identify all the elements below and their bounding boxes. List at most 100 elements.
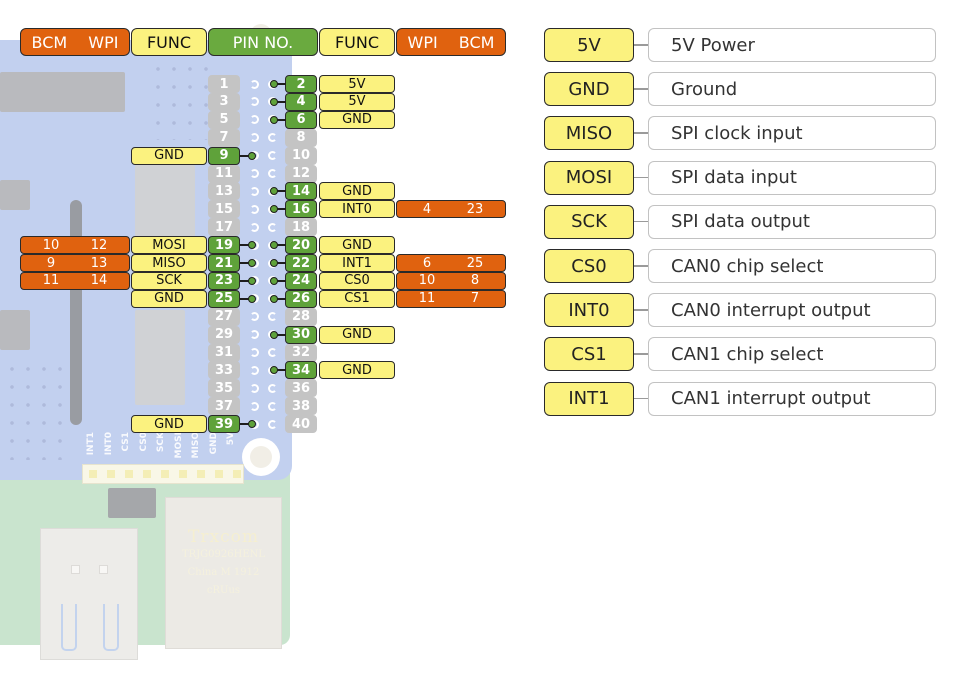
legend-description: SPI data output bbox=[648, 204, 936, 239]
func-gnd: GND bbox=[319, 182, 395, 201]
pin-6: 6 bbox=[285, 110, 317, 129]
legend-description: CAN0 chip select bbox=[648, 249, 936, 283]
func-int0: INT0 bbox=[319, 200, 395, 219]
pin-37: 37 bbox=[208, 397, 240, 416]
pin-dot-icon bbox=[270, 80, 278, 88]
header-right-gpio: WPI BCM bbox=[396, 28, 506, 56]
header-bcm-label: BCM bbox=[31, 32, 68, 52]
func-gnd: GND bbox=[319, 110, 395, 129]
gpio-left: 10 12 bbox=[20, 236, 130, 255]
pad-icon bbox=[250, 222, 259, 232]
pad-icon bbox=[250, 365, 259, 375]
func-gnd: GND bbox=[319, 361, 395, 380]
legend-row: CS1 CAN1 chip select bbox=[544, 337, 936, 372]
legend-key: MISO bbox=[544, 116, 634, 151]
legend-row: MISO SPI clock input bbox=[544, 116, 936, 151]
pin-4: 4 bbox=[285, 92, 317, 111]
legend-row: SCK SPI data output bbox=[544, 204, 936, 239]
legend-connector bbox=[634, 88, 648, 90]
legend-description: CAN1 chip select bbox=[648, 337, 936, 372]
pad-icon bbox=[250, 204, 259, 214]
func-miso: MISO bbox=[131, 254, 207, 272]
legend-connector bbox=[634, 220, 648, 223]
bcm-number: 7 bbox=[470, 291, 480, 307]
legend-key: INT0 bbox=[544, 293, 634, 328]
func-sck: SCK bbox=[131, 271, 207, 290]
gpio-left: 11 14 bbox=[20, 271, 130, 290]
pin-22: 22 bbox=[285, 254, 317, 272]
func-gnd: GND bbox=[319, 325, 395, 344]
legend-description: CAN1 interrupt output bbox=[648, 381, 936, 416]
legend-key: GND bbox=[544, 72, 634, 107]
pin-dot-icon bbox=[248, 276, 256, 285]
legend-row: 5V 5V Power bbox=[544, 28, 936, 62]
wpi-number: 6 bbox=[422, 255, 432, 271]
pin-dot-icon bbox=[270, 115, 278, 124]
pin-16: 16 bbox=[285, 200, 317, 219]
pad-icon bbox=[250, 79, 259, 89]
legend-row: INT1 CAN1 interrupt output bbox=[544, 381, 936, 416]
legend-key: MOSI bbox=[544, 160, 634, 195]
wpi-number: 14 bbox=[90, 273, 108, 289]
header-pin-no: PIN NO. bbox=[208, 28, 318, 56]
wpi-number: 11 bbox=[418, 291, 436, 307]
wpi-number: 13 bbox=[90, 255, 108, 271]
pin-17: 17 bbox=[208, 218, 240, 237]
pad-icon bbox=[250, 348, 259, 357]
pad-icon bbox=[268, 401, 277, 411]
legend-connector bbox=[634, 397, 648, 400]
pin-38: 38 bbox=[285, 397, 317, 416]
gpio-right: 10 8 bbox=[396, 271, 506, 290]
pin-34: 34 bbox=[285, 361, 317, 380]
pin-2: 2 bbox=[285, 75, 317, 93]
pin-14: 14 bbox=[285, 182, 317, 201]
legend-description: 5V Power bbox=[648, 28, 936, 62]
pin-32: 32 bbox=[285, 343, 317, 362]
pin-12: 12 bbox=[285, 164, 317, 183]
func-gnd: GND bbox=[131, 289, 207, 308]
legend-connector bbox=[634, 132, 648, 134]
pin-33: 33 bbox=[208, 361, 240, 380]
pin-1: 1 bbox=[208, 75, 240, 93]
gpio-right: 4 23 bbox=[396, 200, 506, 219]
pin-26: 26 bbox=[285, 289, 317, 308]
pin-40: 40 bbox=[285, 415, 317, 434]
func-cs1: CS1 bbox=[319, 289, 395, 308]
pad-icon bbox=[250, 401, 259, 411]
func-gnd: GND bbox=[131, 146, 207, 165]
pin-28: 28 bbox=[285, 307, 317, 326]
bcm-number: 8 bbox=[470, 273, 480, 289]
legend-key: CS1 bbox=[544, 337, 634, 372]
header-wpi-label: WPI bbox=[88, 32, 119, 52]
bcm-number: 23 bbox=[466, 201, 484, 217]
bcm-number: 11 bbox=[42, 273, 60, 289]
pin-15: 15 bbox=[208, 200, 240, 219]
pin-24: 24 bbox=[285, 271, 317, 290]
pin-25: 25 bbox=[208, 289, 240, 308]
pin-27: 27 bbox=[208, 307, 240, 326]
wpi-number: 10 bbox=[418, 273, 436, 289]
header-bcm-label: BCM bbox=[458, 32, 495, 52]
header-wpi-label: WPI bbox=[407, 32, 438, 52]
gpio-right: 11 7 bbox=[396, 289, 506, 308]
pin-11: 11 bbox=[208, 164, 240, 183]
func-gnd: GND bbox=[131, 415, 207, 434]
pin-8: 8 bbox=[285, 128, 317, 147]
legend-key: INT1 bbox=[544, 381, 634, 416]
legend-description: CAN0 interrupt output bbox=[648, 293, 936, 328]
legend-key: SCK bbox=[544, 204, 634, 239]
pad-icon bbox=[268, 419, 277, 429]
pin-13: 13 bbox=[208, 182, 240, 201]
pin-18: 18 bbox=[285, 218, 317, 237]
pad-icon bbox=[268, 348, 277, 357]
pin-3: 3 bbox=[208, 92, 240, 111]
bcm-number: 10 bbox=[42, 237, 60, 253]
legend-connector bbox=[634, 353, 648, 355]
header-left-func: FUNC bbox=[131, 28, 207, 56]
wpi-number: 12 bbox=[90, 237, 108, 253]
legend-row: MOSI SPI data input bbox=[544, 160, 936, 195]
pad-icon bbox=[268, 383, 277, 393]
pin-10: 10 bbox=[285, 146, 317, 165]
pin-dot-icon bbox=[270, 294, 278, 303]
legend-row: GND Ground bbox=[544, 72, 936, 107]
